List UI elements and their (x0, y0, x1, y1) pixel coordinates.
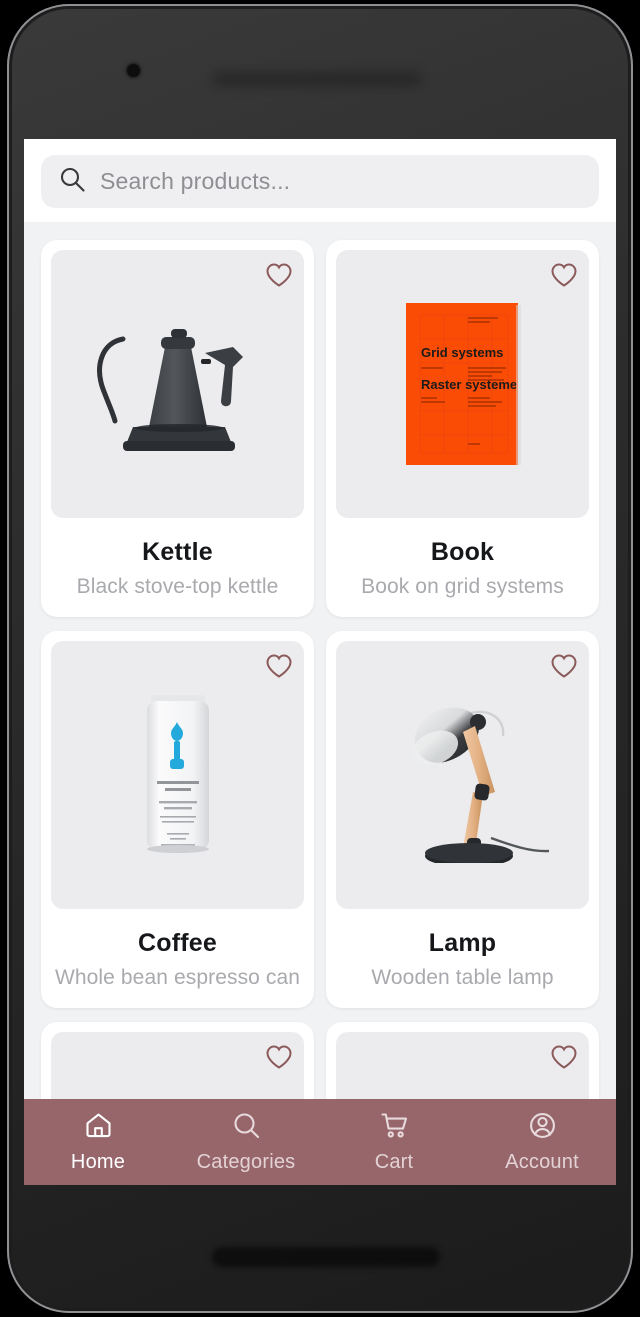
product-title: Book (430, 538, 495, 566)
product-card[interactable]: Coffee Whole bean espresso can (41, 631, 314, 1008)
nav-label: Categories (196, 1151, 296, 1173)
desk-lamp-illustration (336, 641, 589, 909)
product-title: Lamp (428, 929, 497, 957)
product-subtitle: Black stove-top kettle (76, 575, 279, 598)
product-image: Grid systems Raster systeme (336, 250, 589, 518)
product-subtitle: Whole bean espresso can (54, 966, 301, 989)
book-cover-line1: Grid systems (421, 345, 503, 360)
search-input[interactable] (100, 168, 581, 195)
heart-outline-icon (266, 263, 292, 287)
product-subtitle: Wooden table lamp (371, 966, 554, 989)
favorite-button[interactable] (549, 1042, 579, 1072)
home-icon (83, 1110, 114, 1144)
product-card[interactable]: Lamp Wooden table lamp (326, 631, 599, 1008)
nav-label: Account (505, 1151, 579, 1173)
earpiece-speaker (212, 71, 422, 87)
product-image (51, 641, 304, 909)
favorite-button[interactable] (264, 1042, 294, 1072)
heart-outline-icon (266, 654, 292, 678)
nav-item-cart[interactable]: Cart (320, 1110, 468, 1174)
nav-label: Home (70, 1151, 126, 1173)
favorite-button[interactable] (549, 651, 579, 681)
book-cover-line2: Raster systeme (421, 377, 517, 392)
nav-item-account[interactable]: Account (468, 1110, 616, 1174)
search-field[interactable] (41, 155, 599, 208)
favorite-button[interactable] (264, 260, 294, 290)
nav-item-categories[interactable]: Categories (172, 1110, 320, 1174)
home-indicator (212, 1247, 440, 1267)
product-card[interactable]: Grid systems Raster systeme Book Book on… (326, 240, 599, 617)
grid-systems-book-illustration: Grid systems Raster systeme (336, 250, 589, 518)
favorite-button[interactable] (264, 651, 294, 681)
heart-outline-icon (551, 263, 577, 287)
search-icon (231, 1110, 262, 1144)
heart-outline-icon (551, 1045, 577, 1069)
favorite-button[interactable] (549, 260, 579, 290)
app-screen: Kettle Black stove-top kettle (24, 139, 616, 1185)
product-image (51, 250, 304, 518)
nav-label: Cart (374, 1151, 414, 1173)
gooseneck-kettle-illustration (51, 250, 304, 518)
phone-frame: Kettle Black stove-top kettle (7, 4, 633, 1313)
product-card[interactable]: Kettle Black stove-top kettle (41, 240, 314, 617)
product-title: Kettle (142, 538, 213, 566)
coffee-can-illustration (51, 641, 304, 909)
heart-outline-icon (266, 1045, 292, 1069)
bottom-navigation-bar: Home Categories Cart Account (24, 1099, 616, 1185)
product-subtitle: Book on grid systems (361, 575, 564, 598)
heart-outline-icon (551, 654, 577, 678)
product-grid: Kettle Black stove-top kettle Grid syste… (24, 222, 616, 1185)
user-circle-icon (527, 1110, 558, 1144)
front-camera-icon (127, 64, 140, 77)
shopping-cart-icon (379, 1110, 410, 1144)
search-icon (59, 166, 86, 198)
product-image (336, 641, 589, 909)
nav-item-home[interactable]: Home (24, 1110, 172, 1174)
search-bar (24, 139, 616, 222)
product-title: Coffee (138, 929, 217, 957)
